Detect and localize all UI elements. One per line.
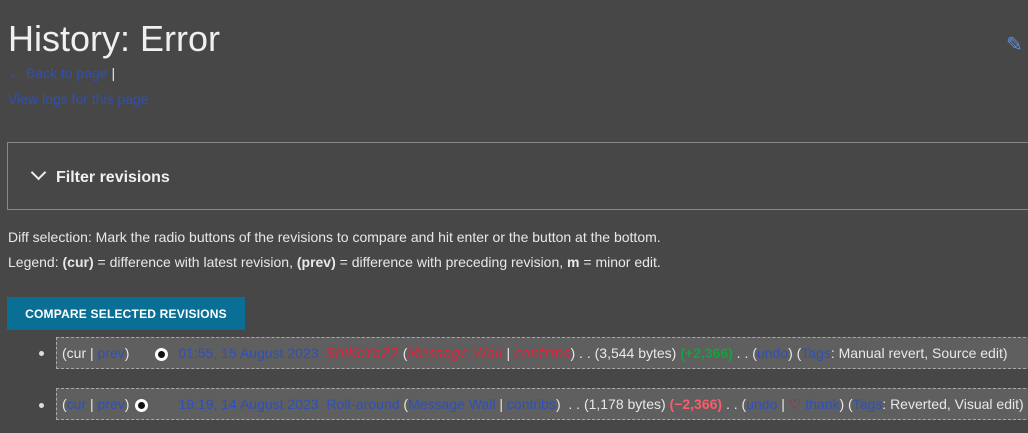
back-to-page-link[interactable]: ← Back to page bbox=[8, 65, 108, 81]
compare-selected-revisions-button[interactable]: COMPARE SELECTED REVISIONS bbox=[7, 297, 245, 330]
heart-icon: ♡ bbox=[788, 396, 802, 412]
revision-date-link[interactable]: 01:55, 15 August 2023 bbox=[178, 345, 318, 361]
tags-link[interactable]: Tags bbox=[801, 345, 831, 361]
radio-button[interactable] bbox=[135, 398, 149, 412]
legend-text: Legend: (cur) = difference with latest r… bbox=[8, 254, 661, 270]
bullet bbox=[39, 403, 44, 408]
message-wall-link[interactable]: Message Wall bbox=[408, 396, 495, 412]
filter-label: Filter revisions bbox=[56, 169, 170, 186]
separator: | bbox=[111, 65, 116, 81]
size-diff: (−2,366) bbox=[669, 396, 723, 412]
prev-link[interactable]: prev bbox=[98, 396, 125, 412]
contribs-link[interactable]: contribs bbox=[514, 346, 570, 362]
filter-revisions-toggle[interactable]: Filter revisions bbox=[30, 164, 170, 187]
contribs-link[interactable]: contribs bbox=[507, 396, 556, 412]
filter-revisions-panel[interactable]: Filter revisions bbox=[7, 142, 1028, 210]
thank-link[interactable]: thank bbox=[805, 396, 839, 412]
undo-link[interactable]: undo bbox=[746, 396, 777, 412]
undo-link[interactable]: undo bbox=[757, 345, 788, 361]
tags-text: : Manual revert, Source edit) bbox=[830, 345, 1008, 361]
page-title: History: Error bbox=[8, 18, 221, 59]
user-link[interactable]: ShiKoYa22 bbox=[326, 346, 399, 362]
edit-pencil-icon[interactable]: ✎ bbox=[1006, 32, 1023, 57]
size-diff: (+2,366) bbox=[680, 345, 733, 361]
chevron-down-icon bbox=[30, 164, 47, 181]
tags-text: : Reverted, Visual edit) bbox=[882, 396, 1024, 412]
byte-size: (1,178 bytes) bbox=[583, 396, 666, 412]
diff-help-text: Diff selection: Mark the radio buttons o… bbox=[8, 229, 661, 245]
revision-row: (cur | prev) 19:19, 14 August 2023 Rolt-a… bbox=[56, 388, 1028, 420]
back-link-label: Back to page bbox=[25, 65, 108, 81]
cur-link[interactable]: cur bbox=[67, 396, 86, 412]
prev-link[interactable]: prev bbox=[98, 345, 125, 361]
revision-row: (cur | prev) 01:55, 15 August 2023 ShiKo… bbox=[56, 337, 1028, 369]
revision-date-link[interactable]: 19:19, 14 August 2023 bbox=[178, 396, 318, 412]
view-logs-link[interactable]: View logs for this page bbox=[8, 91, 149, 107]
tags-link[interactable]: Tags bbox=[853, 396, 883, 412]
cur-text: cur bbox=[66, 345, 87, 361]
bullet bbox=[39, 351, 44, 356]
radio-button[interactable] bbox=[155, 347, 169, 361]
user-link[interactable]: Rolt-around bbox=[326, 396, 399, 412]
back-row: ← Back to page | bbox=[8, 65, 115, 81]
message-wall-link[interactable]: Message Wall bbox=[407, 346, 502, 362]
byte-size: (3,544 bytes) bbox=[594, 345, 677, 361]
